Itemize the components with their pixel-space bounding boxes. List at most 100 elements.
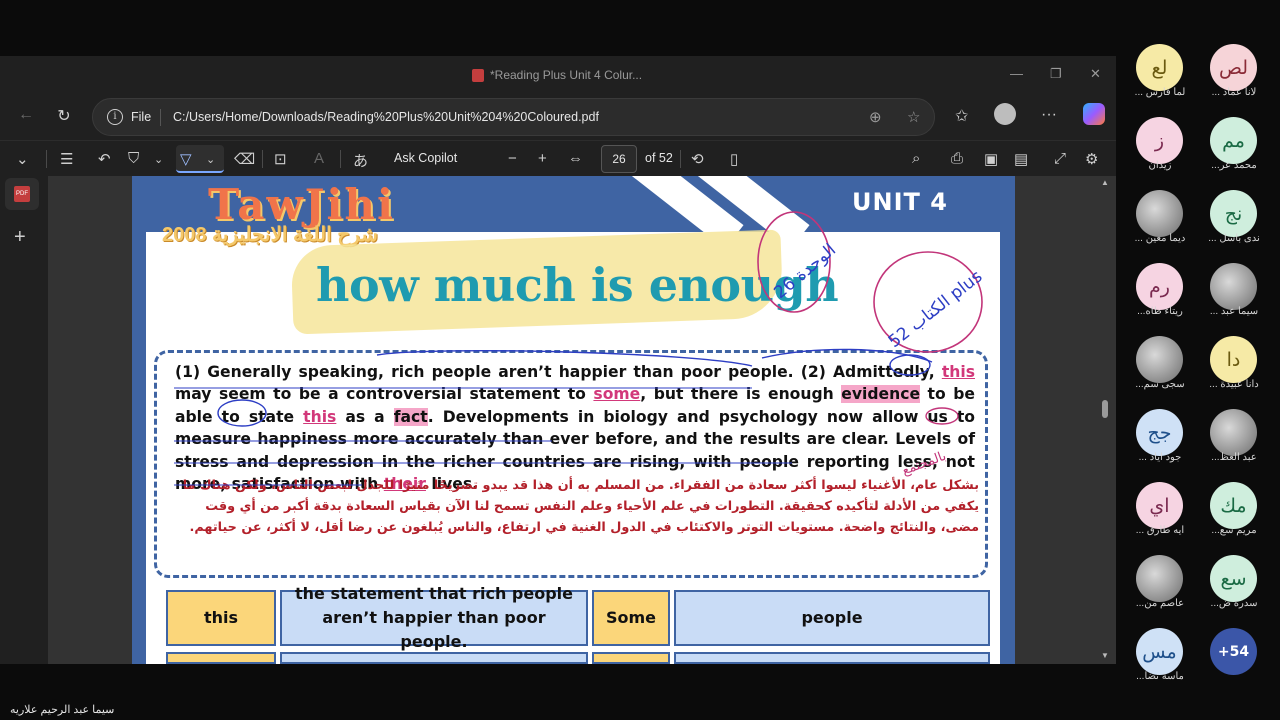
participant-tile[interactable]: سيما عبد ... [1198, 255, 1270, 327]
draw-icon[interactable]: ▽ [180, 150, 192, 168]
participants-panel: لع لما فارس ... لص لانا عماد ... ز زيدان مم محم… [1120, 36, 1280, 696]
page-number-input[interactable]: 26 [601, 145, 637, 173]
url-text[interactable]: C:/Users/Home/Downloads/Reading%20Plus%2… [173, 110, 599, 124]
presenter-name: سيما عبد الرحيم علاريه [10, 704, 115, 716]
rotate-icon[interactable]: ⟲ [691, 150, 704, 168]
participant-avatar: رم [1136, 263, 1183, 310]
favorites-icon[interactable]: ✩ [955, 106, 968, 126]
participant-avatar: دا [1210, 336, 1257, 383]
chevron-down-icon[interactable]: ⌄ [206, 153, 215, 166]
refresh-icon[interactable]: ↻ [53, 106, 75, 126]
participant-tile[interactable]: رم ريتاء طاه... [1124, 255, 1196, 327]
passage-word-fact: fact [393, 407, 428, 426]
text-box-icon[interactable]: ⊡ [274, 150, 287, 168]
scroll-thumb[interactable] [1102, 400, 1108, 418]
participant-tile[interactable]: اي ايه طارق ... [1124, 474, 1196, 546]
participant-tile[interactable]: مك مريم سع... [1198, 474, 1270, 546]
table-cell [166, 652, 276, 664]
more-participants[interactable]: +54 [1198, 620, 1270, 692]
participant-avatar: لص [1210, 44, 1257, 91]
file-scheme-label: File [131, 110, 152, 124]
close-icon[interactable]: ✕ [1090, 66, 1101, 82]
participant-tile[interactable]: جج جود اياد ... [1124, 401, 1196, 473]
chevron-down-icon[interactable]: ⌄ [154, 153, 163, 166]
settings-gear-icon[interactable]: ⚙ [1085, 150, 1098, 168]
pdf-tab-icon[interactable]: PDF [5, 178, 39, 210]
scroll-up-icon[interactable]: ▲ [1101, 178, 1109, 187]
read-aloud-icon[interactable]: A [314, 150, 324, 167]
pdf-icon [472, 68, 484, 82]
participant-tile[interactable]: ز زيدان [1124, 109, 1196, 181]
participant-avatar: لع [1136, 44, 1183, 91]
page-view-icon[interactable]: ▯ [730, 150, 738, 168]
passage-word-this: this [303, 407, 337, 426]
participant-tile[interactable]: نج ندى باسل ... [1198, 182, 1270, 254]
passage-text: , but there is enough [640, 385, 842, 404]
participant-name: لما فارس ... [1134, 87, 1186, 98]
participant-tile[interactable]: مم محمد عر... [1198, 109, 1270, 181]
participant-avatar: مم [1210, 117, 1257, 164]
zoom-icon[interactable]: ⊕ [869, 108, 882, 126]
participant-name: ريتاء طاه... [1137, 306, 1183, 317]
window-title-text: *Reading Plus Unit 4 Colur... [490, 68, 643, 82]
participant-photo [1136, 190, 1183, 237]
participant-name: ايه طارق ... [1135, 525, 1185, 536]
info-icon[interactable]: i [107, 109, 123, 125]
more-icon[interactable]: ··· [1041, 106, 1057, 124]
participant-tile[interactable]: عاصم من... [1124, 547, 1196, 619]
fit-page-icon[interactable]: ⇔ [568, 150, 583, 167]
highlight-icon[interactable]: ⛉ [128, 150, 139, 167]
undo-icon[interactable]: ↶ [98, 150, 111, 168]
divider [262, 150, 263, 168]
table-cell [592, 652, 670, 664]
maximize-icon[interactable]: ❐ [1050, 66, 1062, 82]
copilot-icon[interactable] [1083, 103, 1105, 125]
zoom-in-icon[interactable]: + [538, 150, 547, 167]
participant-photo [1136, 336, 1183, 383]
save-icon[interactable]: ▣ [984, 150, 998, 168]
participant-avatar: جج [1136, 409, 1183, 456]
participant-photo [1210, 263, 1257, 310]
pdf-viewer[interactable]: UNIT 4 TawJihi شرح اللغة الانجليزية 2008… [48, 176, 1116, 664]
divider [160, 109, 161, 126]
participant-photo [1210, 409, 1257, 456]
participant-tile[interactable]: ديما معين ... [1124, 182, 1196, 254]
passage-box: (1) Generally speaking, rich people aren… [154, 350, 988, 578]
more-participants-count: +54 [1210, 628, 1257, 675]
fullscreen-icon[interactable]: ⤢ [1054, 150, 1066, 167]
participant-avatar: نج [1210, 190, 1257, 237]
participant-tile[interactable]: لص لانا عماد ... [1198, 36, 1270, 108]
favorite-star-icon[interactable]: ☆ [907, 108, 920, 126]
zoom-out-icon[interactable]: − [508, 150, 517, 167]
minimize-icon[interactable]: — [1010, 66, 1023, 81]
chevron-down-icon[interactable]: ⌄ [16, 150, 29, 168]
save-as-icon[interactable]: ▤ [1014, 150, 1028, 168]
eraser-icon[interactable]: ⌫ [234, 150, 255, 168]
participant-name: ندى باسل ... [1208, 233, 1260, 244]
table-cell [674, 652, 990, 664]
participant-tile[interactable]: سع سدرة ض... [1198, 547, 1270, 619]
participant-avatar: مك [1210, 482, 1257, 529]
window-title: *Reading Plus Unit 4 Colur... [472, 68, 642, 82]
new-tab-plus-icon[interactable]: + [14, 226, 26, 249]
scroll-down-icon[interactable]: ▼ [1101, 651, 1109, 660]
title-bar: *Reading Plus Unit 4 Colur... — ❐ ✕ [0, 56, 1116, 94]
translate-icon[interactable]: あ [353, 150, 368, 171]
logo-subtitle: شرح اللغة الانجليزية 2008 [162, 224, 378, 246]
participant-tile[interactable]: لع لما فارس ... [1124, 36, 1196, 108]
participant-tile[interactable]: عبد العظ... [1198, 401, 1270, 473]
participant-tile[interactable]: مس ماسة نضا... [1124, 620, 1196, 692]
participant-name: مريم سع... [1211, 525, 1257, 536]
participant-tile[interactable]: سجى سم... [1124, 328, 1196, 400]
ask-copilot-button[interactable]: Ask Copilot [394, 151, 457, 165]
participant-name: ماسة نضا... [1136, 671, 1184, 682]
table-cell: this [166, 590, 276, 646]
participant-tile[interactable]: دا دانا عبيدة ... [1198, 328, 1270, 400]
profile-avatar[interactable] [994, 103, 1016, 125]
back-icon[interactable]: ← [15, 106, 37, 124]
address-bar[interactable]: i File C:/Users/Home/Downloads/Reading%2… [92, 98, 935, 136]
scrollbar[interactable]: ▲ ▼ [1100, 176, 1110, 664]
contents-icon[interactable]: ☰ [60, 150, 73, 168]
search-icon[interactable]: ⌕ [912, 150, 920, 167]
print-icon[interactable]: ⎙ [951, 150, 963, 167]
